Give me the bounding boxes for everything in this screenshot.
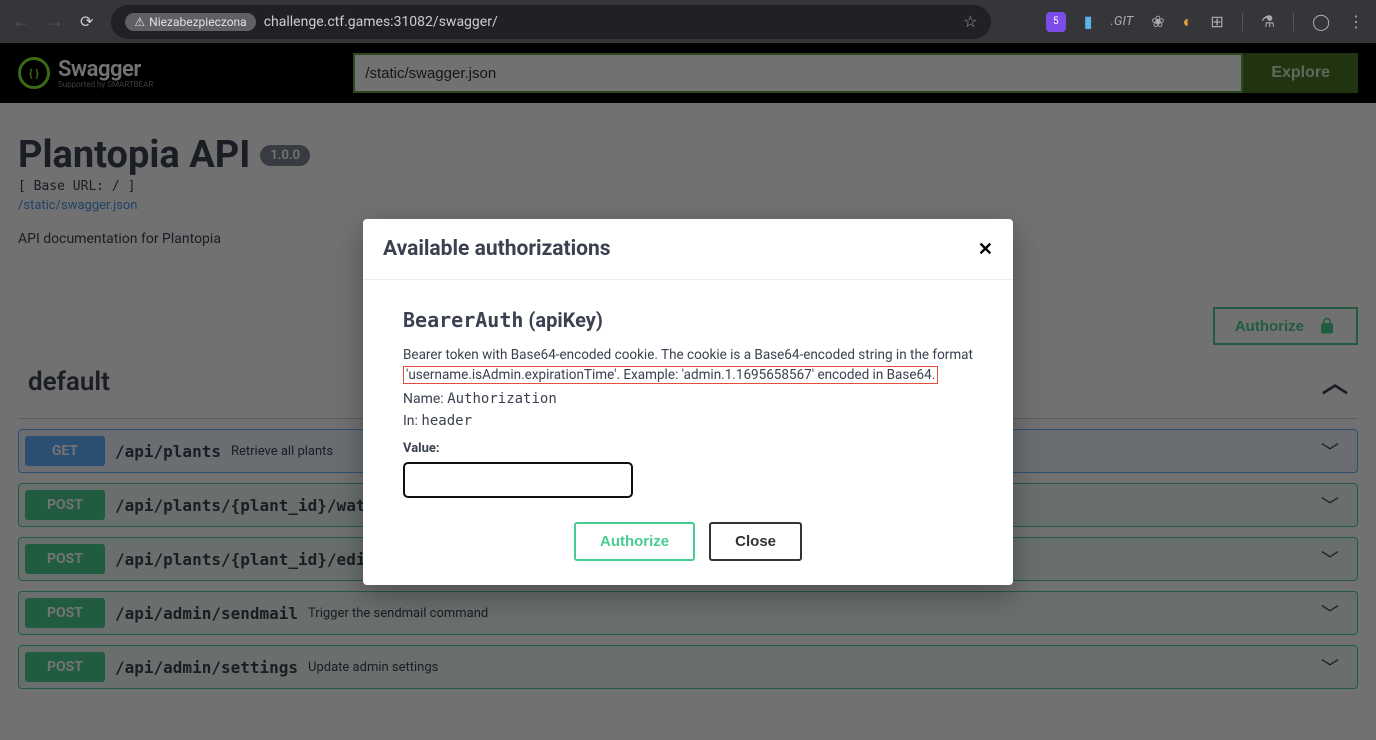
extension-icon-4[interactable]: ◐ [1183,12,1193,32]
browser-toolbar: ← → ⟳ ⚠ Niezabezpieczona challenge.ctf.g… [0,0,1376,43]
reload-button[interactable]: ⟳ [80,12,93,31]
name-label: Name: [403,391,444,407]
value-input[interactable] [403,462,633,498]
auth-scheme-title: BearerAuth (apiKey) [403,308,973,332]
divider [1242,13,1243,31]
authorization-modal: Available authorizations ✕ BearerAuth (a… [363,219,1013,585]
nav-buttons: ← → ⟳ [12,11,93,32]
modal-header: Available authorizations ✕ [363,219,1013,280]
name-field: Name: Authorization [403,391,973,407]
url-text: challenge.ctf.games:31082/swagger/ [264,14,498,30]
modal-actions: Authorize Close [403,522,973,561]
desc-before: Bearer token with Base64-encoded cookie.… [403,347,973,363]
modal-close-button[interactable]: Close [709,522,802,561]
scheme-type: (apiKey) [528,308,602,332]
in-label: In: [403,413,418,429]
desc-highlighted: 'username.isAdmin.expirationTime'. Examp… [403,366,938,384]
back-button[interactable]: ← [12,11,30,32]
toolbar-icons: 5 ▮ .GIT ❀ ◐ ⊞ ⚗ ◯ ⋮ [1046,12,1364,32]
modal-title: Available authorizations [383,237,611,261]
in-value: header [421,413,472,429]
labs-icon[interactable]: ⚗ [1261,12,1275,31]
extension-badge[interactable]: 5 [1046,12,1066,32]
menu-icon[interactable]: ⋮ [1348,12,1364,31]
scheme-name: BearerAuth [403,308,523,332]
name-value: Authorization [447,391,557,407]
address-bar[interactable]: ⚠ Niezabezpieczona challenge.ctf.games:3… [111,5,991,39]
in-field: In: header [403,413,973,429]
extensions-icon[interactable]: ⊞ [1210,12,1223,31]
warning-icon: ⚠ [134,15,145,29]
modal-authorize-button[interactable]: Authorize [574,522,695,561]
profile-icon[interactable]: ◯ [1312,12,1330,31]
insecure-label: Niezabezpieczona [149,15,247,29]
value-label: Value: [403,441,973,456]
insecure-badge[interactable]: ⚠ Niezabezpieczona [125,13,255,31]
close-icon[interactable]: ✕ [978,239,993,260]
forward-button[interactable]: → [46,11,64,32]
modal-body: BearerAuth (apiKey) Bearer token with Ba… [363,280,1013,585]
divider [1293,13,1294,31]
extension-icon-3[interactable]: ❀ [1151,12,1164,31]
extension-count: 5 [1053,16,1059,27]
extension-icon-2[interactable]: .GIT [1111,14,1134,29]
auth-description: Bearer token with Base64-encoded cookie.… [403,346,973,385]
bookmark-star-icon[interactable]: ☆ [963,12,977,31]
extension-icon-1[interactable]: ▮ [1084,12,1093,31]
